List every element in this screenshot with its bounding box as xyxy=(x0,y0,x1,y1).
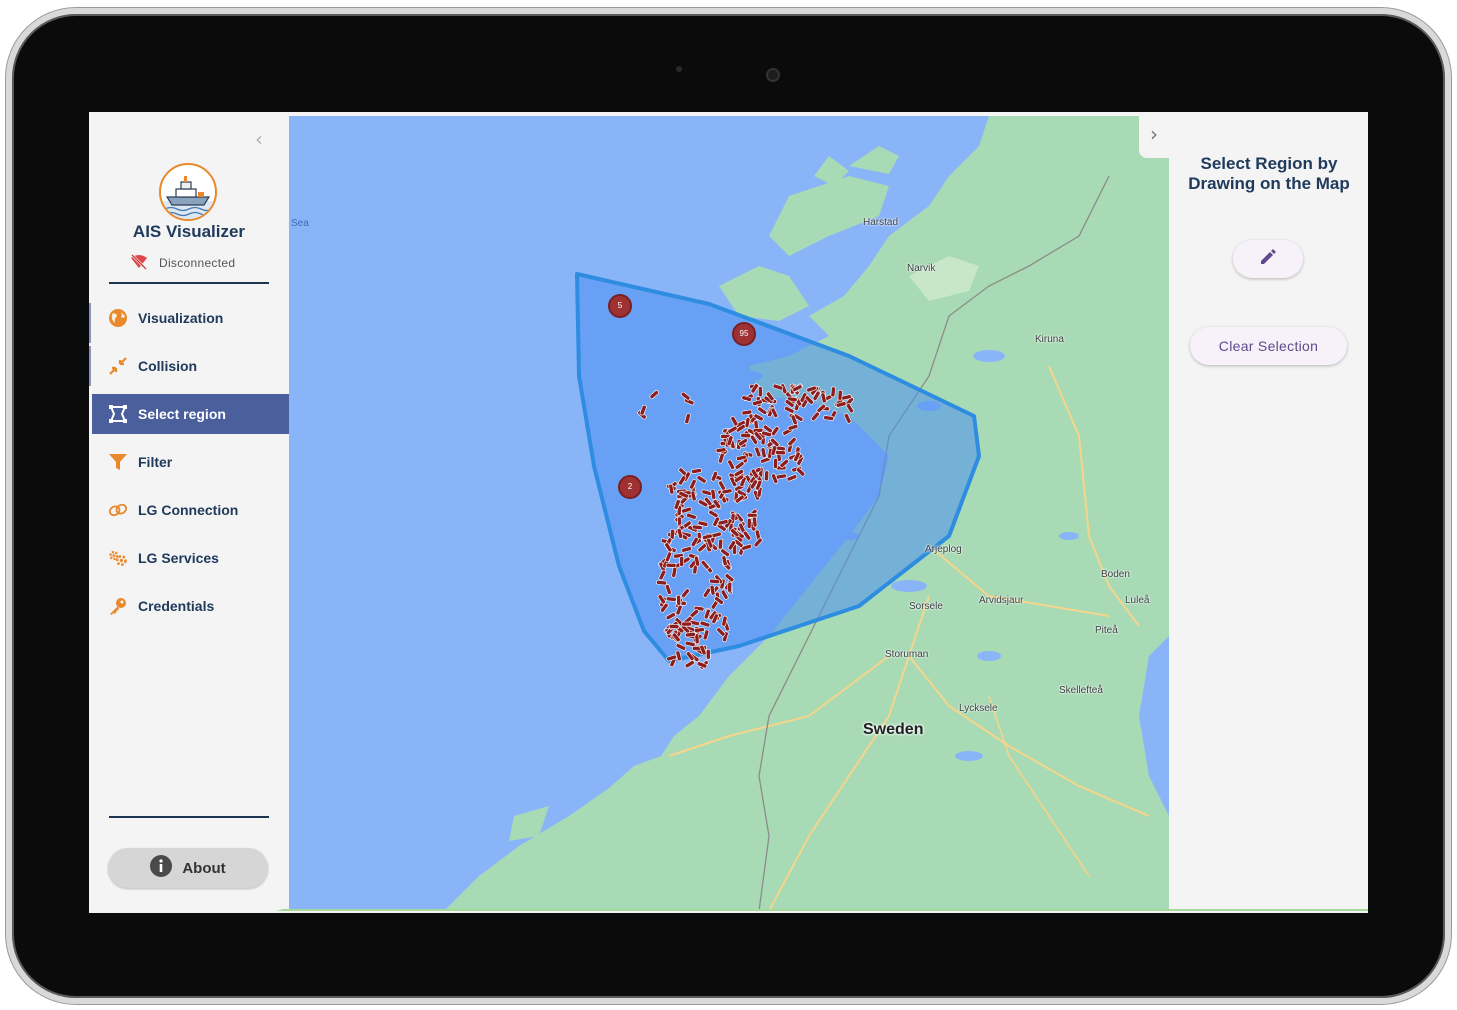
ship-marker[interactable] xyxy=(758,386,763,398)
draw-region-button[interactable] xyxy=(1233,240,1303,278)
ship-cluster-marker[interactable]: 5 xyxy=(608,294,632,318)
gears-icon xyxy=(108,548,128,568)
place-boden: Boden xyxy=(1101,569,1130,580)
place-kiruna: Kiruna xyxy=(1035,334,1064,345)
ship-cluster-marker[interactable]: 95 xyxy=(732,322,756,346)
ship-marker[interactable] xyxy=(752,516,758,528)
place-lulea: Luleå xyxy=(1125,595,1150,606)
ship-cluster-marker[interactable]: 2 xyxy=(618,475,642,499)
place-narvik: Narvik xyxy=(907,263,936,274)
ship-marker[interactable] xyxy=(705,648,711,660)
disconnected-icon xyxy=(129,253,149,273)
sidebar-item-label: Filter xyxy=(138,454,173,470)
ship-marker[interactable] xyxy=(691,524,703,531)
ship-marker[interactable] xyxy=(676,594,682,606)
sidebar-item-visualization[interactable]: Visualization xyxy=(92,298,289,338)
ship-marker[interactable] xyxy=(665,562,677,568)
sidebar-item-lg-services[interactable]: LG Services xyxy=(92,538,289,578)
ship-marker[interactable] xyxy=(681,621,692,627)
sidebar-item-label: Visualization xyxy=(138,310,224,326)
proximity-sensor xyxy=(676,66,682,72)
pencil-icon xyxy=(1258,247,1278,271)
link-icon xyxy=(108,500,128,520)
sidebar-item-label: Credentials xyxy=(138,598,215,614)
place-lycksele: Lycksele xyxy=(959,703,998,714)
place-pitea: Piteå xyxy=(1095,625,1118,636)
sidebar-item-label: Collision xyxy=(138,358,198,374)
filter-funnel-icon xyxy=(108,452,128,472)
ship-marker[interactable] xyxy=(830,386,836,398)
place-sorsele: Sorsele xyxy=(909,601,943,612)
sidebar: ‹ AIS Visualizer Disconnected Visualizat… xyxy=(89,112,289,911)
ship-marker[interactable] xyxy=(773,458,778,469)
country-label: Sweden xyxy=(863,721,924,738)
expand-panel-chevron-icon[interactable]: › xyxy=(1139,116,1169,158)
connection-status: Disconnected xyxy=(129,253,236,273)
region-panel: Select Region by Drawing on the Map Clea… xyxy=(1169,112,1368,911)
ship-marker[interactable] xyxy=(746,518,752,529)
ship-marker[interactable] xyxy=(740,433,752,439)
select-region-icon xyxy=(108,404,128,424)
sidebar-item-collision[interactable]: Collision xyxy=(92,346,289,386)
ship-marker[interactable] xyxy=(665,596,677,602)
ship-marker[interactable] xyxy=(775,450,786,456)
sidebar-item-label: Select region xyxy=(138,406,226,422)
place-arjeplog: Arjeplog xyxy=(925,544,962,555)
app-screen: ‹ AIS Visualizer Disconnected Visualizat… xyxy=(89,112,1368,913)
ship-marker[interactable] xyxy=(656,579,667,586)
sidebar-divider-bottom xyxy=(109,816,269,818)
sidebar-item-lg-connection[interactable]: LG Connection xyxy=(92,490,289,530)
sidebar-item-credentials[interactable]: Credentials xyxy=(92,586,289,626)
sea-label: Sea xyxy=(291,218,309,229)
app-title: AIS Visualizer xyxy=(132,222,246,241)
front-camera xyxy=(766,68,780,82)
ship-marker[interactable] xyxy=(717,538,724,550)
clear-selection-button[interactable]: Clear Selection xyxy=(1190,327,1347,365)
map-view[interactable]: Sea Harstad Narvik Kiruna Arjeplog Boden… xyxy=(289,116,1169,911)
info-icon xyxy=(150,855,173,881)
ship-marker[interactable] xyxy=(694,627,705,633)
about-label: About xyxy=(182,859,226,877)
place-storuman: Storuman xyxy=(885,649,929,660)
place-arvidsjaur: Arvidsjaur xyxy=(979,595,1024,606)
sidebar-item-label: LG Connection xyxy=(138,502,239,518)
nav-marker xyxy=(89,303,91,343)
nav-marker xyxy=(89,346,91,386)
ship-marker[interactable] xyxy=(684,660,695,669)
sidebar-item-filter[interactable]: Filter xyxy=(92,442,289,482)
ship-marker[interactable] xyxy=(727,581,733,593)
place-skelleftea: Skellefteå xyxy=(1059,685,1103,696)
region-panel-title: Select Region by Drawing on the Map xyxy=(1188,154,1350,193)
sidebar-item-label: LG Services xyxy=(138,550,219,566)
sidebar-divider-top xyxy=(109,282,269,284)
place-harstad: Harstad xyxy=(863,217,899,228)
ship-marker[interactable] xyxy=(764,470,770,482)
ship-marker[interactable] xyxy=(837,389,843,401)
ship-marker[interactable] xyxy=(709,578,720,585)
ship-marker[interactable] xyxy=(668,624,680,630)
connection-status-text: Disconnected xyxy=(159,256,236,270)
globe-icon xyxy=(108,308,128,328)
ship-marker[interactable] xyxy=(685,631,696,638)
collision-arrows-icon xyxy=(108,356,128,376)
map-base xyxy=(444,116,1169,911)
about-button[interactable]: About xyxy=(108,848,268,888)
ship-marker[interactable] xyxy=(679,556,685,567)
app-logo-ship-icon xyxy=(159,163,217,221)
sidebar-item-select-region[interactable]: Select region xyxy=(92,394,289,434)
collapse-sidebar-chevron-icon[interactable]: ‹ xyxy=(251,128,267,150)
key-icon xyxy=(108,596,128,616)
